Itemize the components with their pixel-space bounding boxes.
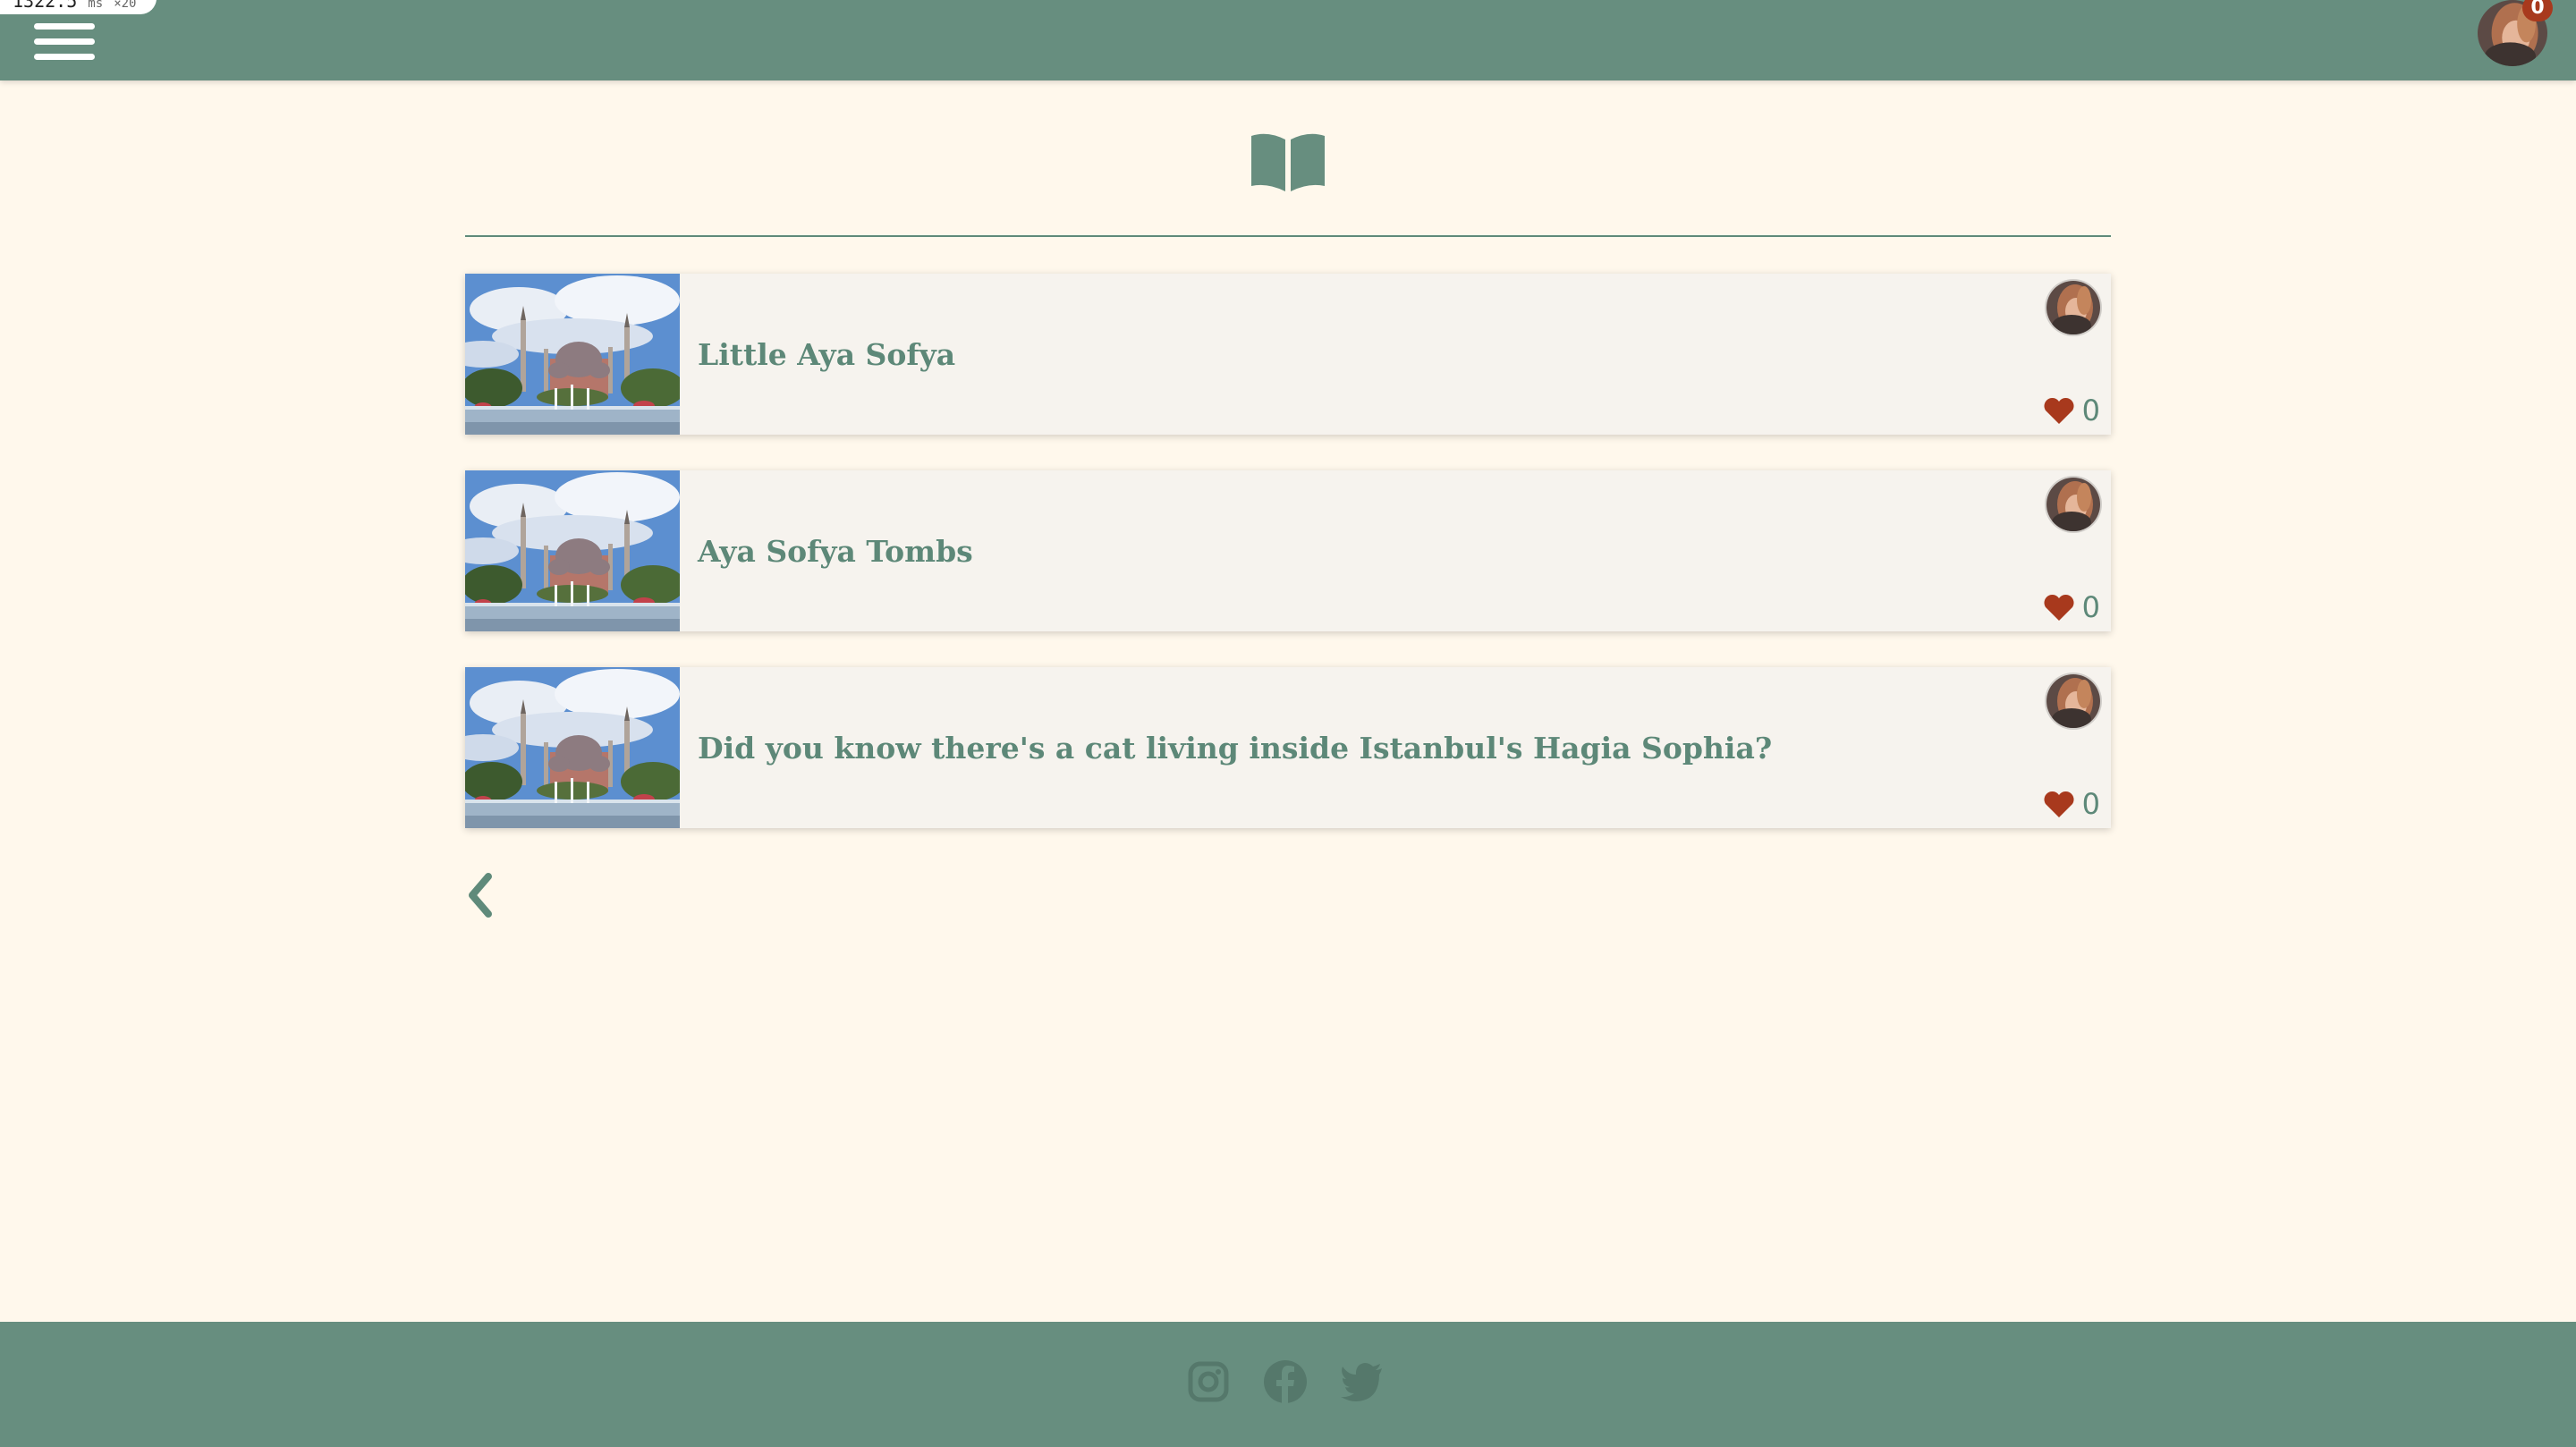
post-title[interactable]: Did you know there's a cat living inside… bbox=[698, 667, 1772, 828]
like-count: 0 bbox=[2081, 393, 2100, 427]
post-title[interactable]: Little Aya Sofya bbox=[698, 274, 955, 435]
chevron-left-icon[interactable] bbox=[463, 871, 496, 919]
perf-value: 1322.5 bbox=[13, 0, 78, 12]
author-avatar[interactable] bbox=[2046, 478, 2100, 531]
post-card[interactable]: Did you know there's a cat living inside… bbox=[465, 667, 2111, 828]
facebook-icon[interactable] bbox=[1263, 1359, 1308, 1404]
instagram-icon[interactable] bbox=[1186, 1359, 1231, 1404]
footer bbox=[0, 1322, 2576, 1447]
post-card[interactable]: Aya Sofya Tombs 0 bbox=[465, 470, 2111, 631]
post-thumbnail bbox=[465, 470, 680, 631]
heart-icon bbox=[2044, 791, 2074, 817]
twitter-icon[interactable] bbox=[1340, 1359, 1385, 1404]
heart-icon bbox=[2044, 397, 2074, 424]
hamburger-menu-icon[interactable] bbox=[34, 23, 95, 64]
like-button[interactable]: 0 bbox=[2043, 590, 2100, 624]
author-avatar[interactable] bbox=[2046, 281, 2100, 334]
top-navbar: 1322.5 ms ×20 0 bbox=[0, 0, 2576, 80]
like-button[interactable]: 0 bbox=[2043, 393, 2100, 427]
like-button[interactable]: 0 bbox=[2043, 787, 2100, 821]
post-thumbnail bbox=[465, 667, 680, 828]
post-thumbnail bbox=[465, 274, 680, 435]
author-avatar[interactable] bbox=[2046, 674, 2100, 728]
perf-indicator: 1322.5 ms ×20 bbox=[0, 0, 157, 14]
open-book-icon bbox=[1250, 132, 1326, 191]
section-divider bbox=[465, 235, 2111, 237]
heart-icon bbox=[2044, 594, 2074, 621]
like-count: 0 bbox=[2081, 787, 2100, 821]
like-count: 0 bbox=[2081, 590, 2100, 624]
post-card[interactable]: Little Aya Sofya 0 bbox=[465, 274, 2111, 435]
notification-badge[interactable]: 0 bbox=[2522, 0, 2553, 21]
perf-unit: ms bbox=[88, 0, 104, 11]
perf-multiplier: ×20 bbox=[114, 0, 137, 11]
post-title[interactable]: Aya Sofya Tombs bbox=[698, 470, 973, 631]
